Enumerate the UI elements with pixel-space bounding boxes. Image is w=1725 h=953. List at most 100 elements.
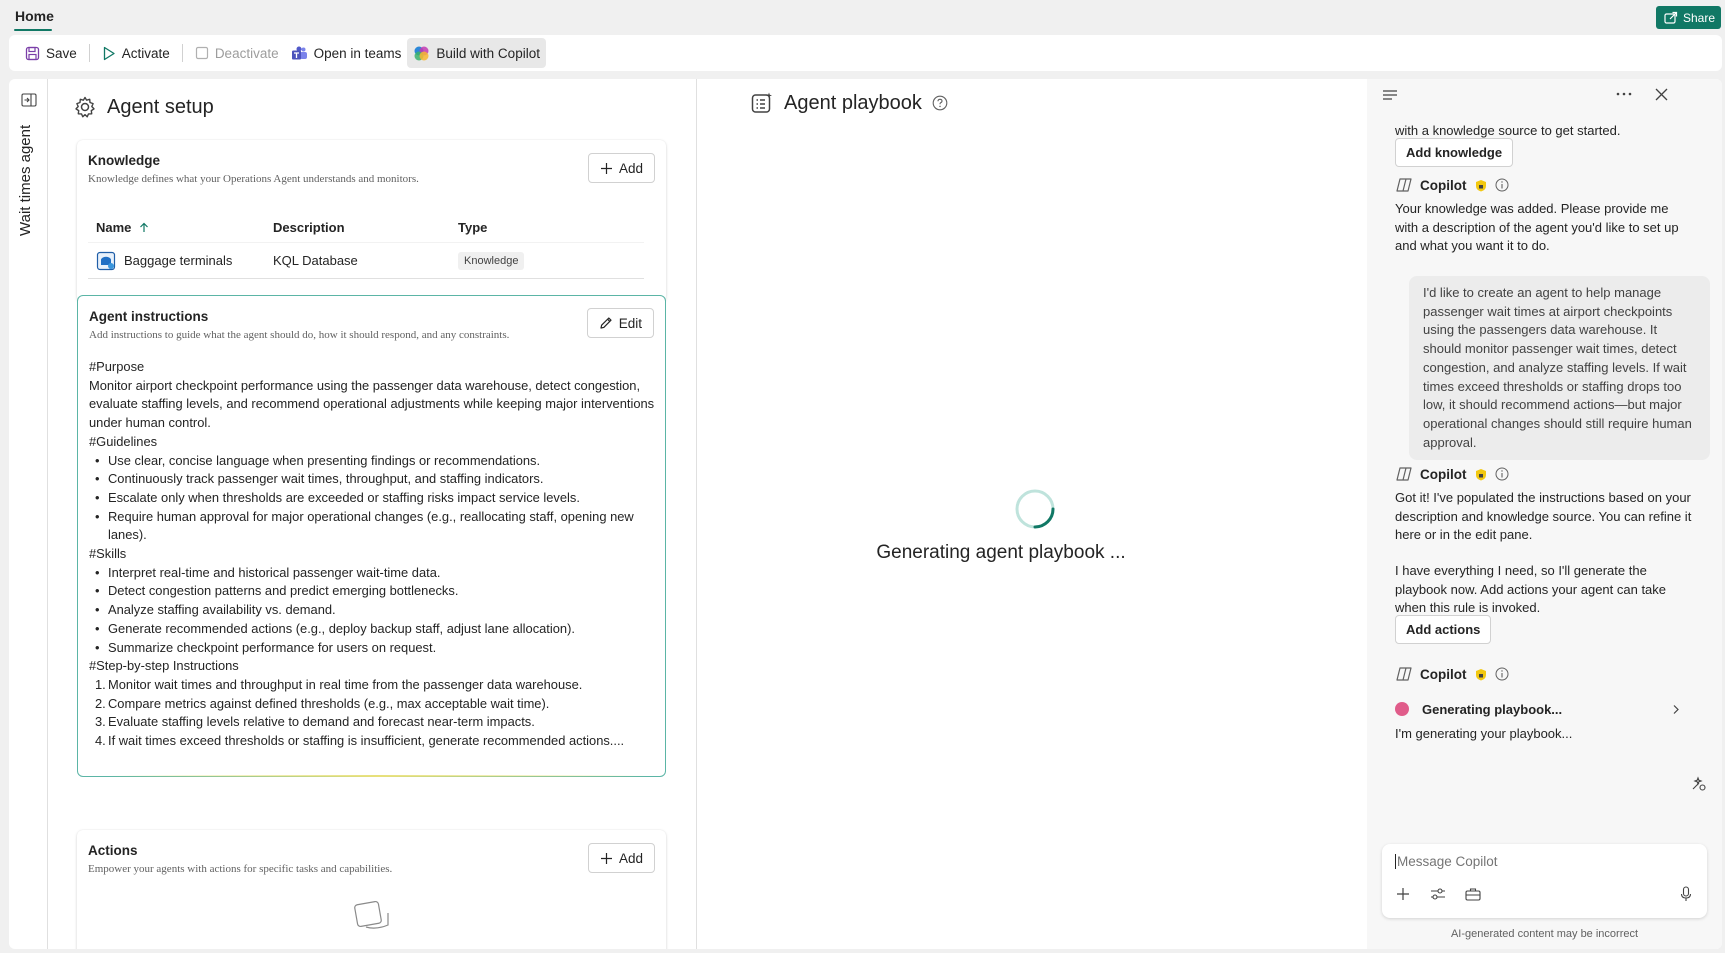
knowledge-description: Knowledge defines what your Operations A… — [88, 173, 419, 185]
build-with-copilot-button[interactable]: Build with Copilot — [407, 38, 546, 68]
instructions-description: Add instructions to guide what the agent… — [89, 329, 510, 341]
table-header: Name Description Type — [88, 213, 644, 242]
list-item: 4. If wait times exceed thresholds or sta… — [95, 733, 625, 749]
copilot-message-text: Got it! I've populated the instructions … — [1395, 490, 1692, 543]
expand-pane-icon[interactable] — [21, 93, 37, 107]
sliders-icon[interactable] — [1430, 887, 1446, 901]
guidelines-heading: #Guidelines — [89, 433, 158, 449]
plus-icon — [600, 162, 612, 174]
lock-shield-icon — [1475, 468, 1486, 480]
playbook-title: Agent playbook — [784, 91, 922, 114]
copilot-avatar-icon — [1396, 667, 1412, 681]
type-badge: Knowledge — [458, 251, 525, 270]
purpose-heading: #Purpose — [89, 359, 145, 374]
column-header-type[interactable]: Type — [458, 220, 644, 235]
ai-disclaimer: AI-generated content may be incorrect — [1450, 928, 1639, 940]
list-item: • Continuously track passenger wait times… — [95, 471, 544, 487]
column-header-description[interactable]: Description — [273, 220, 458, 235]
add-label: Add — [618, 850, 643, 866]
briefcase-icon[interactable] — [1465, 887, 1481, 901]
microphone-icon[interactable] — [1680, 886, 1692, 902]
add-knowledge-chat-button[interactable]: Add knowledge — [1395, 138, 1514, 167]
list-item: • Require human approval for major operat… — [95, 508, 634, 543]
kql-database-icon — [96, 251, 116, 270]
table-row[interactable]: Baggage terminals KQL Database Knowledge — [88, 242, 644, 279]
instructions-text[interactable]: #Purpose Monitor airport checkpoint perf… — [89, 358, 655, 751]
save-label: Save — [46, 45, 77, 61]
message-composer: Message Copilot — [1382, 844, 1707, 918]
main-workspace: Wait times agent Agent setup Knowledge K… — [9, 79, 1722, 949]
agent-setup-header: Agent setup — [73, 95, 214, 119]
edit-label: Edit — [618, 315, 642, 331]
copilot-message-header: Copilot — [1395, 464, 1509, 484]
stop-icon — [195, 46, 208, 60]
highlight-glow — [108, 775, 648, 777]
tab-home[interactable]: Home — [15, 8, 54, 24]
agent-playbook-pane: Agent playbook Generating agent playbook… — [698, 79, 1304, 949]
copilot-avatar-icon — [1396, 178, 1412, 192]
list-item: • Interpret real-time and historical pass… — [95, 564, 441, 580]
open-in-teams-label: Open in teams — [313, 45, 402, 61]
chevron-right-icon — [1673, 704, 1679, 714]
share-label: Share — [1683, 10, 1716, 25]
add-actions-chat-button[interactable]: Add actions — [1395, 615, 1492, 644]
share-icon — [1664, 11, 1678, 24]
side-rail: Wait times agent — [9, 79, 48, 949]
knowledge-table: Name Description Type Baggage terminals … — [88, 213, 644, 279]
top-bar: Home Share — [0, 0, 1725, 32]
more-options-icon[interactable] — [1616, 92, 1632, 96]
add-label: Add — [618, 160, 643, 176]
column-header-name[interactable]: Name — [88, 220, 273, 235]
row-type-cell: Knowledge — [458, 251, 644, 270]
lock-shield-icon — [1475, 668, 1486, 680]
instructions-title: Agent instructions — [89, 309, 209, 324]
info-icon[interactable] — [1495, 178, 1509, 192]
list-item: • Generate recommended actions (e.g., dep… — [95, 620, 575, 636]
agent-instructions-card: Agent instructions Add instructions to g… — [77, 295, 666, 777]
playbook-header: Agent playbook — [750, 91, 948, 115]
knowledge-card: Knowledge Knowledge defines what your Op… — [77, 140, 666, 302]
help-icon[interactable] — [932, 95, 948, 111]
copilot-name: Copilot — [1420, 177, 1467, 193]
skills-heading: #Skills — [89, 546, 127, 562]
close-icon[interactable] — [1655, 88, 1668, 101]
list-item: 2. Compare metrics against defined thresh… — [95, 695, 550, 711]
copilot-message-text: Your knowledge was added. Please provide… — [1395, 201, 1679, 254]
toolbar-divider — [88, 44, 90, 62]
add-action-button[interactable]: Add — [587, 843, 655, 873]
copilot-message-text: I have everything I need, so I'll genera… — [1395, 563, 1667, 616]
status-dot-icon — [1395, 702, 1409, 716]
message-input[interactable]: Message Copilot — [1395, 854, 1498, 869]
plus-icon[interactable] — [1396, 887, 1410, 901]
deactivate-button[interactable]: Deactivate — [189, 38, 285, 68]
list-item: 3. Evaluate staffing levels relative to d… — [95, 714, 535, 730]
save-button[interactable]: Save — [19, 38, 83, 68]
teams-icon — [291, 46, 307, 59]
sparkle-settings-icon[interactable] — [1690, 776, 1706, 792]
list-item: • Analyze staffing availability vs. deman… — [95, 602, 336, 618]
generating-playbook-row[interactable]: Generating playbook... — [1395, 699, 1680, 719]
share-button[interactable]: Share — [1656, 6, 1721, 29]
open-in-teams-button[interactable]: Open in teams — [285, 38, 408, 68]
copilot-message-header: Copilot — [1395, 175, 1509, 195]
toolbar: Save Activate Deactivate Open in teams B… — [9, 35, 1722, 71]
steps-heading: #Step-by-step Instructions — [89, 658, 239, 674]
column-name-label: Name — [96, 220, 132, 235]
tab-home-indicator — [14, 29, 52, 31]
activate-button[interactable]: Activate — [96, 38, 176, 68]
playbook-status-text: Generating agent playbook ... — [876, 542, 1126, 563]
edit-instructions-button[interactable]: Edit — [586, 308, 654, 338]
add-knowledge-button[interactable]: Add — [587, 153, 655, 183]
actions-card: Actions Empower your agents with actions… — [77, 830, 666, 949]
agent-name-label: Wait times agent — [17, 125, 34, 237]
info-icon[interactable] — [1495, 667, 1509, 681]
list-item: 1. Monitor wait times and throughput in r… — [95, 676, 583, 692]
list-item: • Detect congestion patterns and predict … — [95, 583, 459, 599]
info-icon[interactable] — [1495, 467, 1509, 481]
copilot-name: Copilot — [1420, 666, 1467, 682]
list-item: • Use clear, concise language when presen… — [95, 452, 541, 468]
menu-icon[interactable] — [1382, 88, 1398, 102]
copilot-pane: with a knowledge source to get started. … — [1367, 79, 1722, 949]
knowledge-title: Knowledge — [88, 153, 161, 168]
actions-description: Empower your agents with actions for spe… — [88, 863, 393, 875]
